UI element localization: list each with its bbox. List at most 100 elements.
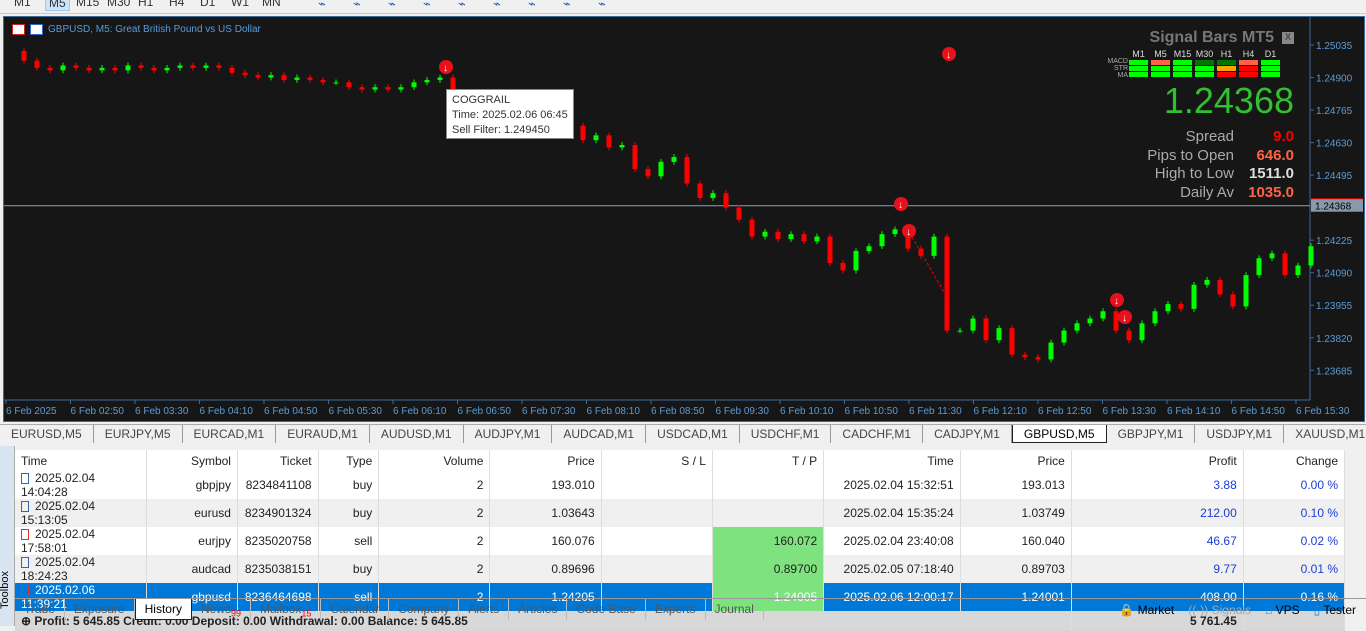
- candle-body: [658, 161, 664, 177]
- timeframe-h4[interactable]: H4: [169, 0, 184, 9]
- signal-bar: [1129, 60, 1148, 65]
- link-vps[interactable]: ⌂ VPS: [1265, 603, 1300, 617]
- channel-icon[interactable]: ⌁: [493, 0, 501, 12]
- trendline-icon[interactable]: ⌁: [458, 0, 466, 12]
- signal-bar: [1151, 66, 1170, 71]
- text-icon[interactable]: ⌁: [563, 0, 571, 12]
- shapes-icon[interactable]: ⌁: [598, 0, 606, 12]
- tab-label: Experts: [654, 602, 696, 616]
- cell-value: 8234901324: [244, 506, 312, 520]
- symbol-tab[interactable]: CADJPY,M1: [923, 425, 1012, 443]
- history-cell: buy: [318, 555, 380, 583]
- tab-mailbox[interactable]: Mailbox15: [251, 599, 322, 620]
- column-header[interactable]: T / P: [712, 450, 825, 471]
- column-header[interactable]: Price: [960, 450, 1072, 471]
- close-icon[interactable]: X: [1282, 32, 1294, 44]
- column-header[interactable]: Volume: [378, 450, 491, 471]
- chart-window[interactable]: GBPUSD, M5: Great British Pound vs US Do…: [3, 16, 1365, 422]
- tab-journal[interactable]: Journal: [706, 599, 764, 620]
- fibo-icon[interactable]: ⌁: [528, 0, 536, 12]
- time-tick-label: 6 Feb 02:50: [71, 406, 125, 417]
- timeframe-m1[interactable]: M1: [14, 0, 31, 9]
- tab-news[interactable]: News99: [192, 599, 251, 620]
- time-tick-label: 6 Feb 2025: [6, 406, 57, 417]
- tab-alerts[interactable]: Alerts: [459, 599, 510, 620]
- symbol-tab[interactable]: AUDJPY,M1: [464, 425, 553, 443]
- timeframe-mn[interactable]: MN: [262, 0, 281, 9]
- symbol-tab[interactable]: EURJPY,M5: [94, 425, 183, 443]
- candle-body: [606, 135, 612, 148]
- vertical-line-icon[interactable]: ⌁: [388, 0, 396, 12]
- link-market[interactable]: 🔒 Market: [1119, 603, 1174, 617]
- crosshair-icon[interactable]: ⌁: [353, 0, 361, 12]
- column-header[interactable]: Price: [489, 450, 602, 471]
- column-header[interactable]: Change: [1243, 450, 1346, 471]
- column-header[interactable]: Profit: [1071, 450, 1244, 471]
- signal-bar: [1129, 66, 1148, 71]
- column-header[interactable]: Type: [318, 450, 380, 471]
- candle-body: [1061, 330, 1067, 343]
- tab-code-base[interactable]: Code Base: [567, 599, 646, 620]
- candle-body: [164, 67, 170, 71]
- horizontal-line-icon[interactable]: ⌁: [423, 0, 431, 12]
- tab-experts[interactable]: Experts: [646, 599, 706, 620]
- symbol-tab[interactable]: USDCAD,M1: [646, 425, 740, 443]
- signal-tf-label: H4: [1242, 49, 1255, 59]
- symbol-tab[interactable]: CADCHF,M1: [831, 425, 924, 443]
- symbol-tab[interactable]: XAUUSD,M1: [1284, 425, 1366, 443]
- tab-company[interactable]: Company: [389, 599, 460, 620]
- toolbox-strip[interactable]: Toolbox: [0, 446, 15, 626]
- candle-body: [203, 65, 209, 68]
- tab-articles[interactable]: Articles: [509, 599, 568, 620]
- timeframe-h1[interactable]: H1: [138, 0, 153, 9]
- timeframe-w1[interactable]: W1: [231, 0, 249, 9]
- symbol-tab[interactable]: EURCAD,M1: [183, 425, 277, 443]
- column-header[interactable]: Time: [823, 450, 961, 471]
- link-label: Signals: [1211, 603, 1251, 617]
- column-header[interactable]: Ticket: [237, 450, 319, 471]
- history-cell: 160.072: [712, 527, 825, 555]
- tab-calendar[interactable]: Calendar: [321, 599, 390, 620]
- column-header[interactable]: S / L: [601, 450, 713, 471]
- history-row[interactable]: 2025.02.04 15:13:05 eurusd 8234901324 buy 2 1…: [15, 499, 1346, 527]
- symbol-tab[interactable]: GBPUSD,M5: [1011, 425, 1107, 443]
- candle-body: [333, 82, 339, 84]
- signal-tf-label: D1: [1264, 49, 1277, 59]
- timeframe-d1[interactable]: D1: [200, 0, 215, 9]
- cell-value: 2025.02.04 15:35:24: [843, 506, 954, 520]
- candle-body: [931, 236, 937, 256]
- history-row[interactable]: 2025.02.04 18:24:23 audcad 8235038151 buy 2 0…: [15, 555, 1346, 583]
- link-tester[interactable]: ▯ Tester: [1314, 603, 1356, 617]
- symbol-tab[interactable]: GBPJPY,M1: [1107, 425, 1196, 443]
- symbol-tab[interactable]: USDJPY,M1: [1195, 425, 1285, 443]
- tab-trade[interactable]: Trade: [15, 599, 65, 620]
- tab-label: Articles: [518, 602, 558, 616]
- time-tick-label: 6 Feb 12:10: [974, 406, 1028, 417]
- tab-exposure[interactable]: Exposure: [65, 599, 135, 620]
- timeframe-m15[interactable]: M15: [76, 0, 99, 9]
- symbol-tab[interactable]: USDCHF,M1: [740, 425, 832, 443]
- candle-body: [411, 82, 417, 88]
- symbol-tab[interactable]: EURAUD,M1: [276, 425, 370, 443]
- time-tick-label: 6 Feb 04:50: [264, 406, 318, 417]
- tab-history[interactable]: History: [134, 599, 192, 620]
- scrollbar[interactable]: [1345, 446, 1366, 592]
- history-row[interactable]: 2025.02.04 14:04:28 gbpjpy 8234841108 buy 2 1…: [15, 471, 1346, 499]
- symbol-tab[interactable]: AUDUSD,M1: [370, 425, 464, 443]
- column-header[interactable]: Symbol: [146, 450, 238, 471]
- candle-body: [788, 234, 794, 239]
- time-tick-label: 6 Feb 10:10: [780, 406, 834, 417]
- candle-body: [580, 125, 586, 141]
- history-row[interactable]: 2025.02.04 17:58:01 eurjpy 8235020758 sell 2…: [15, 527, 1346, 555]
- candle-body: [671, 157, 677, 162]
- column-header[interactable]: Time: [15, 450, 147, 471]
- symbol-tab[interactable]: EURUSD,M5: [0, 425, 94, 443]
- timeframe-m5[interactable]: M5: [45, 0, 70, 11]
- link-signals[interactable]: ((·)) Signals: [1188, 603, 1251, 617]
- cell-value: 160.072: [773, 534, 818, 548]
- symbol-tab[interactable]: AUDCAD,M1: [552, 425, 647, 443]
- stat-label: Pips to Open: [1147, 146, 1234, 164]
- price-tick-label: 1.24630: [1316, 139, 1353, 150]
- timeframe-m30[interactable]: M30: [107, 0, 130, 9]
- cursor-icon[interactable]: ⌁: [318, 0, 326, 12]
